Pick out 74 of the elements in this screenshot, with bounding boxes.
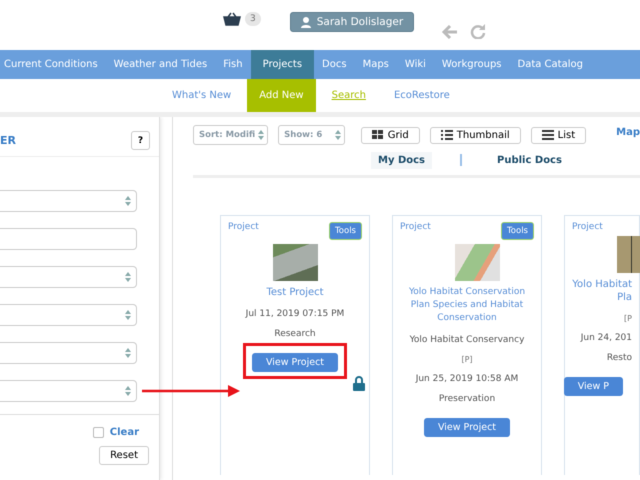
category-text: Resto bbox=[606, 353, 632, 363]
view-project-button[interactable]: View Project bbox=[252, 353, 338, 372]
view-project-button[interactable]: View P bbox=[564, 377, 623, 396]
date-text: Jul 11, 2019 07:15 PM bbox=[246, 309, 344, 319]
show-select[interactable]: Show: 6 bbox=[278, 125, 345, 145]
select-field[interactable] bbox=[0, 342, 137, 364]
list-icon bbox=[542, 130, 554, 140]
select-field[interactable] bbox=[0, 190, 137, 212]
view-project-button[interactable]: View Project bbox=[424, 418, 510, 437]
reset-button[interactable]: Reset bbox=[99, 446, 149, 465]
cart-count: 3 bbox=[245, 12, 261, 26]
view-button[interactable]: Thumbnail bbox=[430, 126, 521, 144]
category-text: Research bbox=[274, 329, 316, 339]
nav-tab[interactable]: Workgroups bbox=[434, 50, 510, 79]
spinner-arrows-icon bbox=[334, 130, 341, 140]
organization-text: Yolo Habitat Conservancy bbox=[410, 335, 524, 345]
spinner-arrows-icon bbox=[125, 348, 131, 358]
tools-button[interactable]: Tools bbox=[501, 222, 534, 240]
basket-icon[interactable] bbox=[223, 12, 241, 26]
card-type-label: Project bbox=[400, 222, 431, 232]
map-link[interactable]: Map bbox=[616, 126, 640, 138]
subnav-link[interactable]: Add New bbox=[247, 79, 316, 112]
select-field[interactable] bbox=[0, 266, 137, 288]
project-title-link[interactable]: Pla bbox=[617, 291, 632, 304]
spinner-arrows-icon bbox=[125, 310, 131, 320]
flag-text: [P] bbox=[461, 355, 473, 364]
subnav-link[interactable]: EcoRestore bbox=[382, 79, 462, 112]
project-title-link[interactable]: Test Project bbox=[266, 286, 324, 299]
lock-icon bbox=[353, 376, 366, 391]
nav-tab[interactable]: Wiki bbox=[396, 50, 434, 79]
spinner-arrows-icon bbox=[258, 130, 264, 140]
spinner-arrows-icon bbox=[125, 386, 131, 396]
date-text: Jun 25, 2019 10:58 AM bbox=[416, 374, 518, 384]
card-type-label: Project bbox=[572, 222, 603, 232]
clear-checkbox[interactable] bbox=[92, 427, 104, 438]
project-title-link[interactable]: Yolo Habitat bbox=[572, 278, 632, 291]
nav-tab[interactable]: Maps bbox=[354, 50, 397, 79]
card-type-label: Project bbox=[228, 222, 259, 232]
reload-icon[interactable] bbox=[470, 23, 486, 39]
thumbnail-list-icon bbox=[440, 130, 453, 140]
category-text: Preservation bbox=[438, 394, 496, 404]
project-title-link[interactable]: Plan Species and Habitat bbox=[410, 299, 524, 312]
photo-placeholder bbox=[272, 244, 318, 281]
clear-link[interactable]: Clear bbox=[110, 427, 139, 438]
docs-tab[interactable]: Public Docs bbox=[490, 152, 569, 168]
user-icon bbox=[300, 16, 311, 28]
nav-tab[interactable]: Current Conditions bbox=[0, 50, 106, 79]
grid-icon bbox=[372, 130, 384, 140]
input-field[interactable] bbox=[0, 228, 137, 250]
sort-select[interactable]: Sort: Modifi bbox=[193, 125, 268, 145]
back-arrow-icon[interactable] bbox=[442, 25, 458, 39]
view-button[interactable]: List bbox=[530, 126, 586, 144]
nav-tab[interactable]: Projects bbox=[250, 50, 314, 79]
tools-button[interactable]: Tools bbox=[329, 222, 362, 240]
docs-tab[interactable]: My Docs bbox=[371, 152, 432, 168]
help-button[interactable]: ? bbox=[131, 131, 150, 150]
date-text: Jun 24, 201 bbox=[580, 333, 632, 343]
panel-title: ER bbox=[0, 134, 16, 147]
flag-text: [P bbox=[624, 314, 632, 323]
select-field[interactable] bbox=[0, 304, 137, 326]
nav-tab[interactable]: Weather and Tides bbox=[106, 50, 216, 79]
spinner-arrows-icon bbox=[125, 272, 131, 282]
view-button[interactable]: Grid bbox=[360, 126, 420, 144]
nav-tab[interactable]: Docs bbox=[314, 50, 355, 79]
photo-placeholder bbox=[454, 244, 500, 281]
subnav-link[interactable]: What's New bbox=[160, 79, 244, 112]
nav-tab[interactable]: Fish bbox=[215, 50, 251, 79]
project-title-link[interactable]: Conservation bbox=[437, 312, 497, 325]
subnav-link[interactable]: Search bbox=[320, 79, 378, 112]
spinner-arrows-icon bbox=[125, 196, 131, 206]
user-button[interactable]: Sarah Dolislager bbox=[290, 12, 414, 32]
nav-tab[interactable]: Data Catalog bbox=[510, 50, 591, 79]
select-field[interactable] bbox=[0, 380, 137, 402]
project-title-link[interactable]: Yolo Habitat Conservation bbox=[408, 286, 526, 299]
